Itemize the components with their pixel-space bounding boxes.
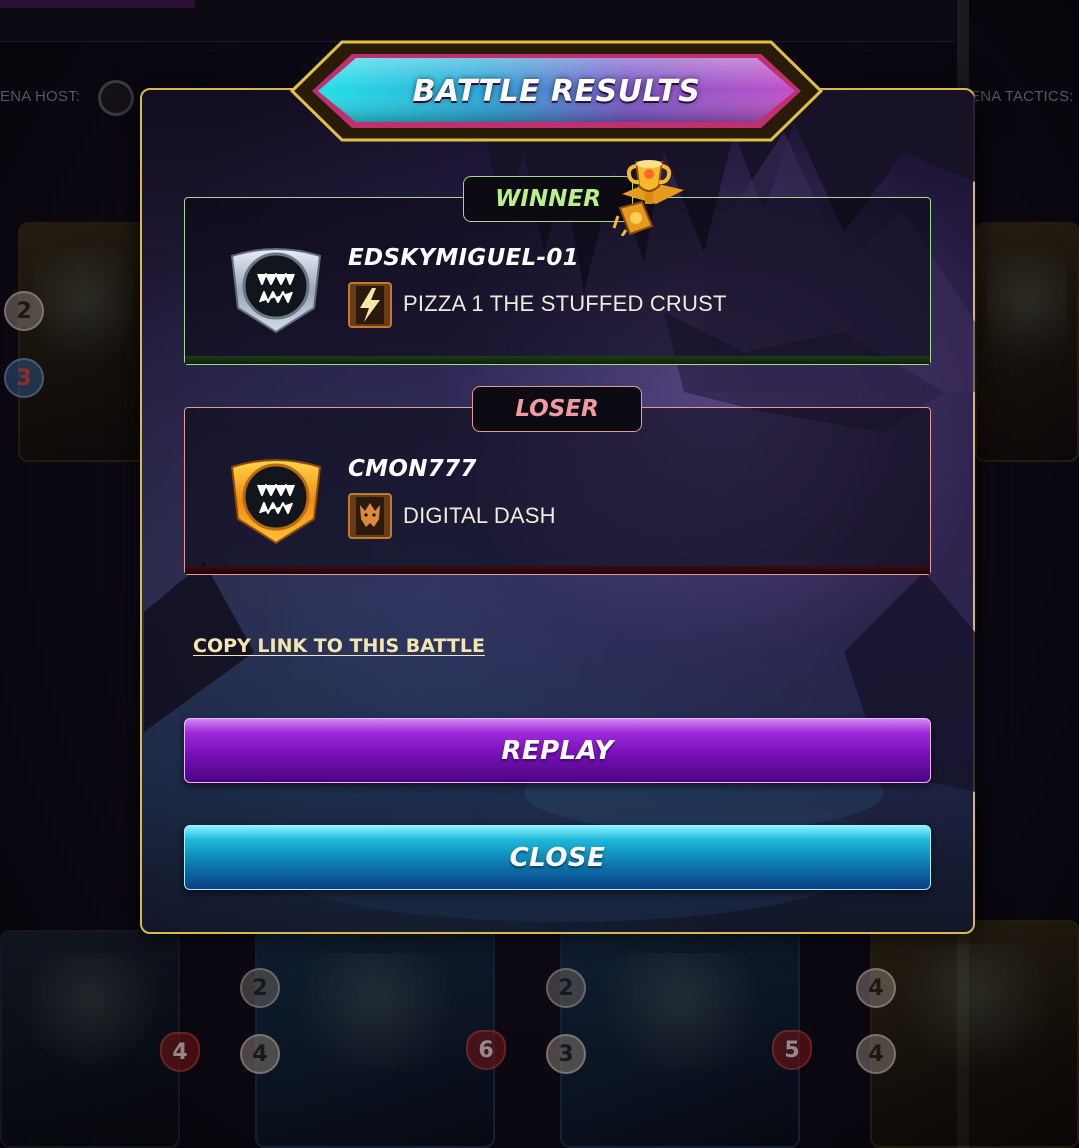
card-art [585, 953, 775, 1072]
title-banner: BATTLE RESULTS [290, 40, 823, 142]
lightning-banner-icon [348, 282, 392, 328]
card-art [987, 247, 1067, 378]
attack-stat: 4 [856, 968, 896, 1008]
attack-stat: 4 [240, 1034, 280, 1074]
card-art [19, 953, 161, 1072]
health-stat: 5 [772, 1030, 812, 1070]
armor-stat: 2 [240, 968, 280, 1008]
loser-player-name[interactable]: CMON777 [348, 456, 477, 482]
arena-host-emblem-icon [98, 80, 134, 116]
monster-card-bottom-2 [255, 930, 495, 1148]
close-button[interactable]: CLOSE [184, 825, 931, 890]
winner-panel-bar [185, 356, 930, 364]
attack-stat: 4 [856, 1034, 896, 1074]
monster-card-bottom-3 [560, 930, 800, 1148]
loser-guild-name: DIGITAL DASH [403, 503, 556, 528]
loser-badge: LOSER [472, 386, 642, 432]
copy-battle-link[interactable]: COPY LINK TO THIS BATTLE [193, 635, 485, 657]
silver-league-fangs-icon [230, 248, 322, 334]
winner-player-name[interactable]: EDSKYMIGUEL-01 [348, 245, 579, 271]
card-art [32, 247, 134, 378]
armor-stat: 2 [546, 968, 586, 1008]
trophy-icon [612, 160, 684, 236]
monster-card-right [975, 222, 1079, 462]
modal-title: BATTLE RESULTS [412, 73, 701, 109]
loser-panel-bar [185, 566, 930, 574]
health-stat: 4 [160, 1032, 200, 1072]
monster-card-bottom-4 [870, 920, 1079, 1148]
card-art [280, 953, 470, 1072]
health-stat: 6 [466, 1030, 506, 1070]
attack-stat: 3 [546, 1034, 586, 1074]
top-bar-accent [0, 0, 195, 8]
card-art [892, 944, 1057, 1068]
replay-button[interactable]: REPLAY [184, 718, 931, 783]
winner-badge: WINNER [463, 176, 633, 222]
monster-card-left [18, 222, 148, 462]
arena-host-label: ENA HOST: [0, 88, 81, 105]
winner-guild-name: PIZZA 1 THE STUFFED CRUST [403, 291, 727, 316]
wolf-banner-icon [348, 493, 392, 539]
top-bar [0, 0, 955, 42]
speed-stat: 3 [4, 358, 44, 398]
gold-league-fangs-icon [230, 459, 322, 545]
attack-stat: 2 [4, 291, 44, 331]
arena-tactics-label: ENA TACTICS: [970, 88, 1074, 105]
monster-card-bottom-1 [0, 930, 180, 1148]
